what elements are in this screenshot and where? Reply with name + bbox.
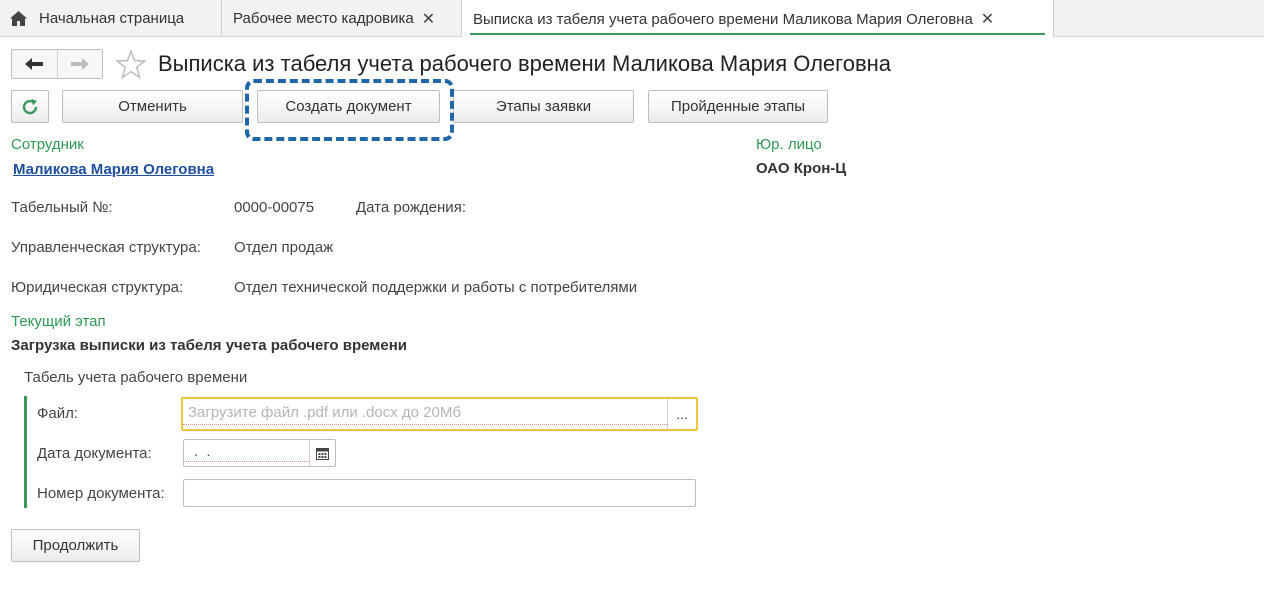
arrow-left-icon [25,58,44,70]
date-field[interactable]: . . [183,439,336,467]
tab-number-label: Табельный №: [11,199,113,216]
tab-home[interactable]: Начальная страница [0,0,222,37]
tab-bar: Начальная страница Рабочее место кадрови… [0,0,1264,38]
passed-stages-button[interactable]: Пройденные этапы [648,90,828,123]
file-input[interactable]: Загрузите файл .pdf или .docx до 20Мб [183,401,667,425]
close-icon[interactable]: ✕ [422,9,435,29]
date-label: Дата документа: [37,445,152,462]
legal-structure-value: Отдел технической поддержки и работы с п… [234,279,638,296]
highlight-frame [245,79,454,141]
employee-caption: Сотрудник [11,136,84,153]
request-stages-button[interactable]: Этапы заявки [453,90,634,123]
continue-button[interactable]: Продолжить [11,529,140,562]
legal-entity-caption: Юр. лицо [756,136,822,153]
calendar-icon[interactable] [309,440,335,466]
page-title: Выписка из табеля учета рабочего времени… [158,51,892,76]
refresh-icon [21,98,39,116]
tab-hr-workplace-label: Рабочее место кадровика [233,10,414,27]
number-label: Номер документа: [37,485,165,502]
tab-home-label: Начальная страница [39,10,185,27]
birth-date-label: Дата рождения: [356,199,466,216]
stage-caption: Текущий этап [11,313,106,330]
file-select-button[interactable]: ... [667,399,696,429]
arrow-right-icon [70,58,89,70]
mgmt-structure-value: Отдел продаж [234,239,334,256]
group-indicator [24,396,27,508]
timesheet-group-title: Табель учета рабочего времени [24,369,248,386]
history-nav [11,49,103,79]
file-label: Файл: [37,405,79,422]
legal-entity-value: ОАО Крон-Ц [756,160,847,177]
forward-button[interactable] [56,50,103,78]
legal-structure-label: Юридическая структура: [11,279,184,296]
document-number-input[interactable] [183,479,696,507]
close-icon[interactable]: ✕ [981,9,994,29]
mgmt-structure-label: Управленческая структура: [11,239,201,256]
date-input[interactable]: . . [184,442,309,462]
tab-timesheet-extract[interactable]: Выписка из табеля учета рабочего времени… [462,0,1054,38]
file-field[interactable]: Загрузите файл .pdf или .docx до 20Мб ..… [181,397,698,431]
cancel-button[interactable]: Отменить [62,90,243,123]
tab-hr-workplace[interactable]: Рабочее место кадровика ✕ [222,0,462,37]
home-icon [10,11,27,26]
favorite-star-icon[interactable] [115,48,147,83]
stage-value: Загрузка выписки из табеля учета рабочег… [11,337,407,354]
employee-name-link[interactable]: Маликова Мария Олеговна [13,161,214,178]
tab-timesheet-extract-label: Выписка из табеля учета рабочего времени… [473,10,973,28]
back-button[interactable] [12,50,57,78]
refresh-button[interactable] [11,90,49,123]
tab-number-value: 0000-00075 [234,199,315,216]
